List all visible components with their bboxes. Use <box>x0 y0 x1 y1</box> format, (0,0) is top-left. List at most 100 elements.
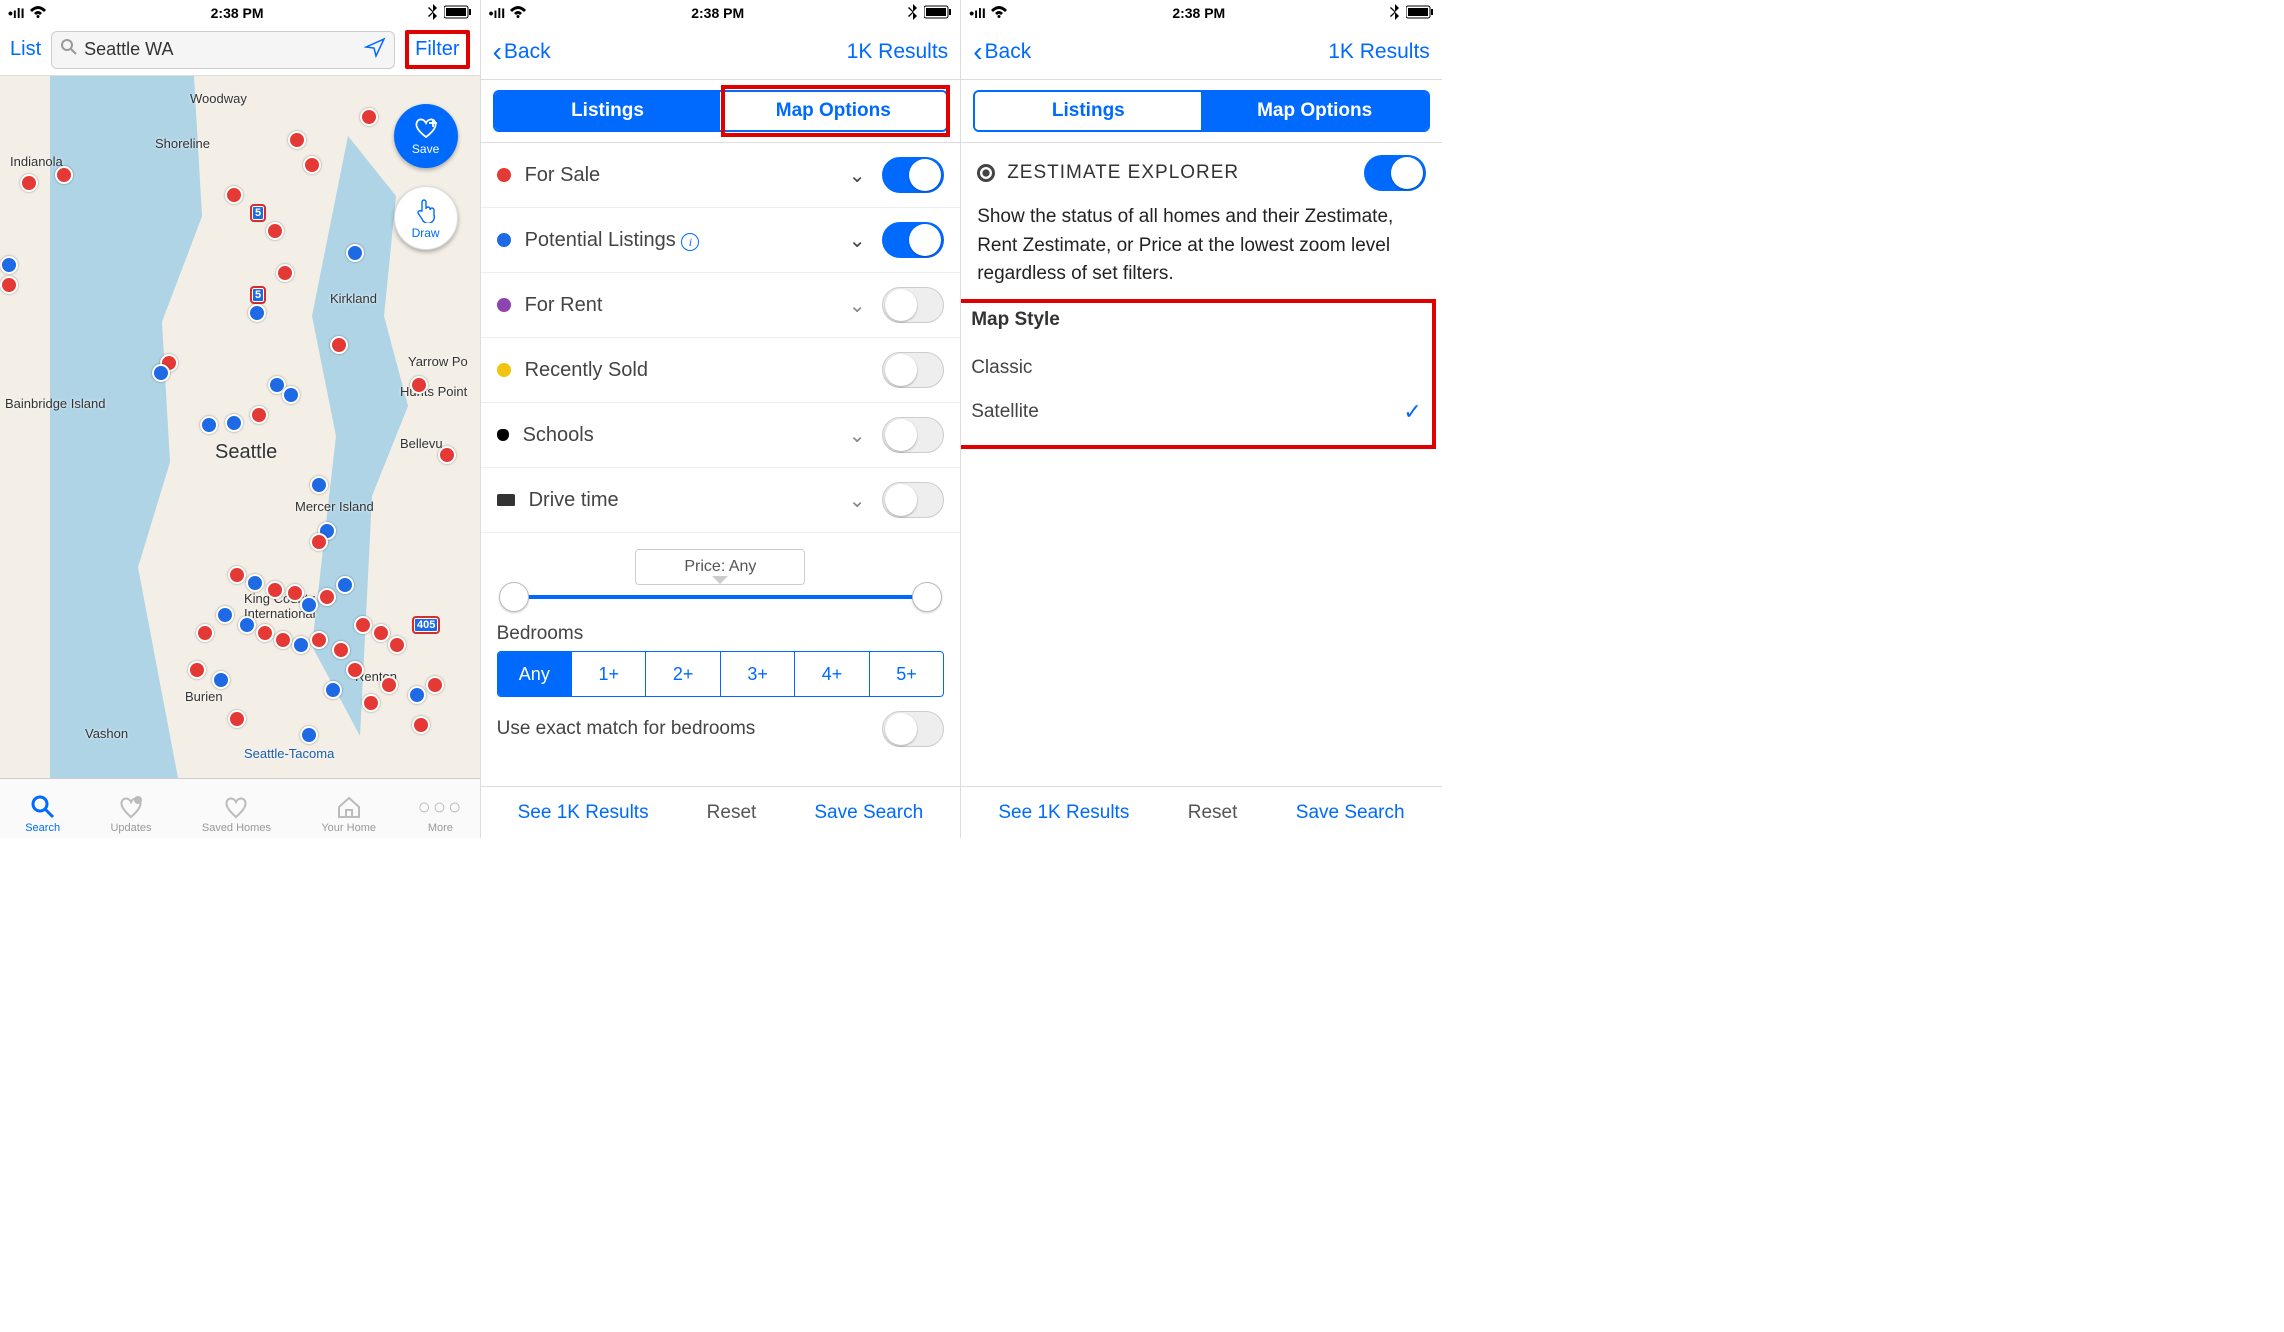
toggle-for-sale[interactable] <box>882 157 944 193</box>
toggle-recently-sold[interactable] <box>882 352 944 388</box>
search-icon <box>29 794 57 820</box>
slider-min-handle[interactable] <box>499 582 529 612</box>
seg-map-options[interactable]: Map Options <box>1201 92 1427 130</box>
tab-saved[interactable]: Saved Homes <box>202 794 271 834</box>
bluetooth-icon <box>908 4 918 23</box>
toggle-potential[interactable] <box>882 222 944 258</box>
bedrooms-segment: Any 1+ 2+ 3+ 4+ 5+ <box>497 651 945 697</box>
filter-potential[interactable]: Potential Listings i ⌄ <box>481 208 961 273</box>
more-icon: ○○○ <box>426 794 454 820</box>
tab-your-home[interactable]: Your Home <box>321 794 376 834</box>
search-input[interactable] <box>84 39 364 60</box>
map-style-section: Map Style Classic Satellite ✓ <box>961 299 1436 449</box>
bed-1[interactable]: 1+ <box>572 652 646 696</box>
chevron-left-icon: ‹ <box>493 36 502 68</box>
save-search-button[interactable]: Save <box>394 104 458 168</box>
heart-updates-icon <box>117 794 145 820</box>
price-slider[interactable] <box>513 595 929 599</box>
save-search-button[interactable]: Save Search <box>1296 802 1405 824</box>
map-label: Vashon <box>85 726 128 741</box>
zestimate-explorer-row: ZESTIMATE EXPLORER <box>961 143 1442 203</box>
car-icon <box>497 494 515 506</box>
bed-any[interactable]: Any <box>498 652 572 696</box>
clock: 2:38 PM <box>1172 5 1225 21</box>
bluetooth-icon <box>428 4 438 23</box>
status-bar: •ılI 2:38 PM <box>481 2 961 24</box>
signal-icon: •ılI <box>489 5 506 21</box>
seg-map-options[interactable]: Map Options <box>720 92 946 130</box>
filter-button[interactable]: Filter <box>405 30 469 69</box>
filter-schools[interactable]: Schools ⌄ <box>481 403 961 468</box>
chevron-down-icon[interactable]: ⌄ <box>846 228 868 253</box>
tab-updates[interactable]: Updates <box>110 794 151 834</box>
status-bar: •ılI 2:38 PM <box>961 2 1442 24</box>
toggle-schools[interactable] <box>882 417 944 453</box>
back-button[interactable]: ‹ Back <box>973 36 1031 68</box>
seg-listings[interactable]: Listings <box>975 92 1201 130</box>
list-button[interactable]: List <box>10 38 41 61</box>
chevron-down-icon[interactable]: ⌄ <box>846 163 868 188</box>
chevron-down-icon[interactable]: ⌄ <box>846 423 868 448</box>
hand-draw-icon <box>414 197 438 226</box>
draw-label: Draw <box>412 226 440 240</box>
tab-search[interactable]: Search <box>25 794 60 834</box>
signal-icon: •ılI <box>969 5 986 21</box>
map-label: Woodway <box>190 91 247 106</box>
map-label: Indianola <box>10 154 63 169</box>
filter-for-rent[interactable]: For Rent ⌄ <box>481 273 961 338</box>
battery-icon <box>1406 5 1434 22</box>
filter-recently-sold[interactable]: Recently Sold ⌄ <box>481 338 961 403</box>
back-button[interactable]: ‹ Back <box>493 36 551 68</box>
explorer-title: ZESTIMATE EXPLORER <box>1007 162 1352 184</box>
map-label: Seattle-Tacoma <box>244 746 334 761</box>
explorer-description: Show the status of all homes and their Z… <box>961 203 1442 303</box>
chevron-left-icon: ‹ <box>973 36 982 68</box>
toggle-exact-match[interactable] <box>882 711 944 747</box>
map-label-seattle: Seattle <box>215 441 277 464</box>
filter-for-sale[interactable]: For Sale ⌄ <box>481 143 961 208</box>
segment-control: Listings Map Options <box>481 80 961 143</box>
search-icon <box>60 38 78 61</box>
toggle-for-rent[interactable] <box>882 287 944 323</box>
reset-button[interactable]: Reset <box>707 802 757 824</box>
highway-shield: 5 <box>250 286 266 304</box>
bed-3[interactable]: 3+ <box>721 652 795 696</box>
chevron-down-icon[interactable]: ⌄ <box>846 488 868 513</box>
toggle-drive[interactable] <box>882 482 944 518</box>
see-results-button[interactable]: See 1K Results <box>518 802 649 824</box>
slider-max-handle[interactable] <box>912 582 942 612</box>
seg-listings[interactable]: Listings <box>495 92 721 130</box>
filter-list: For Sale ⌄ Potential Listings i ⌄ For Re… <box>481 143 961 786</box>
location-arrow-icon[interactable] <box>364 36 386 63</box>
info-icon[interactable]: i <box>681 233 699 251</box>
filter-drive-time[interactable]: Drive time ⌄ <box>481 468 961 533</box>
exact-match-row: Use exact match for bedrooms <box>481 697 961 747</box>
toggle-explorer[interactable] <box>1364 155 1426 191</box>
dot-yellow-icon <box>497 363 511 377</box>
style-satellite[interactable]: Satellite ✓ <box>971 389 1422 435</box>
chevron-down-icon[interactable]: ⌄ <box>846 293 868 318</box>
results-count[interactable]: 1K Results <box>847 40 949 64</box>
clock: 2:38 PM <box>691 5 744 21</box>
school-icon <box>497 429 509 441</box>
nav-bar: ‹ Back 1K Results <box>961 24 1442 80</box>
map-label: Yarrow Po <box>408 354 468 369</box>
footer-bar: See 1K Results Reset Save Search <box>961 786 1442 838</box>
results-count[interactable]: 1K Results <box>1328 40 1430 64</box>
tab-more[interactable]: ○○○ More <box>426 794 454 834</box>
style-classic[interactable]: Classic <box>971 347 1422 389</box>
price-bubble: Price: Any <box>635 549 805 585</box>
bed-5[interactable]: 5+ <box>870 652 943 696</box>
bed-4[interactable]: 4+ <box>795 652 869 696</box>
search-box[interactable] <box>51 31 395 69</box>
reset-button[interactable]: Reset <box>1188 802 1238 824</box>
radio-icon[interactable] <box>977 164 995 182</box>
screen-map: •ılI 2:38 PM List <box>0 0 481 838</box>
draw-button[interactable]: Draw <box>394 186 458 250</box>
bed-2[interactable]: 2+ <box>646 652 720 696</box>
map[interactable]: Seattle Shoreline Kirkland Bellevu Merce… <box>0 76 480 778</box>
map-label: Burien <box>185 689 223 704</box>
see-results-button[interactable]: See 1K Results <box>998 802 1129 824</box>
save-search-button[interactable]: Save Search <box>814 802 923 824</box>
home-icon <box>335 794 363 820</box>
